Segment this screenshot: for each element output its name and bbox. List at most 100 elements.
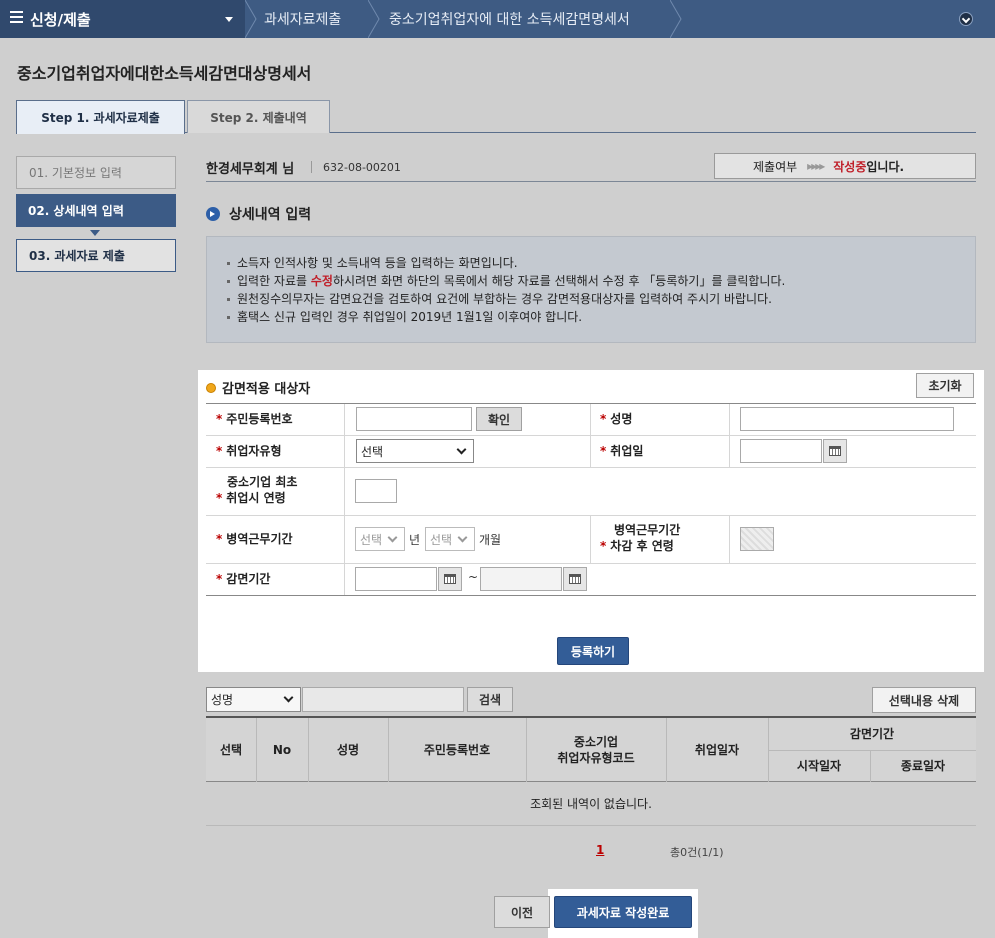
required-mark: * (600, 539, 607, 553)
first-age-label-1: 중소기업 최초 (227, 475, 298, 489)
divider (729, 404, 730, 467)
main-menu-label: 신청/제출 (30, 10, 91, 29)
divider (206, 435, 976, 436)
chevron-down-icon (456, 444, 467, 454)
col-no: No (272, 743, 292, 757)
label-text: 병역근무기간 (226, 532, 293, 546)
label-text: 취업시 연령 (226, 491, 286, 505)
register-button[interactable]: 등록하기 (557, 637, 629, 665)
label-text: 감면기간 (226, 572, 271, 586)
first-age-label: * 취업시 연령 (216, 490, 286, 506)
select-value: 성명 (211, 693, 234, 707)
guide-item: 원천징수의무자는 감면요건을 검토하여 요건에 부합하는 경우 감면적용대상자를… (227, 290, 975, 308)
hire-date-label: * 취업일 (600, 443, 643, 459)
guide-item: 소득자 인적사항 및 소득내역 등을 입력하는 화면입니다. (227, 254, 975, 272)
empty-message: 조회된 내역이 없습니다. (206, 782, 976, 826)
tab-step1[interactable]: Step 1. 과세자료제출 (16, 100, 185, 134)
complete-button[interactable]: 과세자료 작성완료 (554, 896, 692, 928)
search-button[interactable]: 검색 (467, 687, 513, 712)
required-mark: * (216, 491, 223, 505)
age-after-label-1: 병역근무기간 (614, 523, 681, 537)
col-name: 성명 (336, 743, 360, 757)
period-end-input[interactable] (480, 567, 562, 591)
label-text: 주민등록번호 (226, 412, 293, 426)
prev-button[interactable]: 이전 (494, 896, 550, 928)
year-unit: 년 (409, 533, 421, 547)
resident-no-label: * 주민등록번호 (216, 411, 293, 427)
divider (206, 563, 976, 564)
guide-text: 하시려면 화면 하단의 목록에서 해당 자료를 선택해서 수정 후 「등록하기」… (332, 274, 786, 288)
search-input[interactable] (302, 687, 464, 712)
age-after-field (740, 527, 774, 551)
label-text: 취업일 (610, 444, 644, 458)
delete-selected-button[interactable]: 선택내용 삭제 (872, 687, 976, 713)
divider (311, 161, 312, 173)
submission-status: 제출여부 ▸▸▸▸ 작성중 입니다. (714, 153, 976, 179)
chevron-down-icon (283, 692, 294, 703)
guide-box: 소득자 인적사항 및 소득내역 등을 입력하는 화면입니다. 입력한 자료를 수… (206, 236, 976, 343)
breadcrumb-item-2[interactable]: 중소기업취업자에 대한 소득세감면명세서 (389, 0, 630, 38)
page-link-1[interactable]: 1 (596, 843, 604, 857)
search-field-select[interactable]: 성명 (206, 687, 301, 712)
employee-type-select[interactable]: 선택 (356, 439, 474, 463)
label-text: 성명 (610, 412, 633, 426)
divider (206, 595, 976, 596)
required-mark: * (216, 532, 223, 546)
status-label: 제출여부 (753, 159, 798, 174)
breadcrumb-separator-icon (368, 0, 380, 38)
col-type-code-2: 취업자유형코드 (557, 751, 635, 765)
status-suffix: 입니다. (866, 159, 905, 174)
divider (729, 516, 730, 563)
military-period-label: * 병역근무기간 (216, 531, 293, 547)
confirm-button[interactable]: 확인 (476, 407, 522, 431)
col-period: 감면기간 (849, 727, 895, 741)
col-start-date: 시작일자 (796, 759, 842, 773)
bullet-icon (206, 382, 216, 393)
military-month-select[interactable]: 선택 (425, 527, 475, 551)
breadcrumb-item-1[interactable]: 과세자료제출 (264, 0, 341, 38)
period-start-input[interactable] (355, 567, 437, 591)
military-year-select[interactable]: 선택 (355, 527, 405, 551)
age-after-label: * 차감 후 연령 (600, 538, 674, 554)
col-select: 선택 (219, 743, 243, 757)
calendar-icon[interactable] (438, 567, 462, 591)
hire-date-input[interactable] (740, 439, 822, 463)
name-input[interactable] (740, 407, 954, 431)
step-basic-info[interactable]: 01. 기본정보 입력 (16, 156, 176, 189)
section-title: 상세내역 입력 (206, 204, 311, 224)
month-unit: 개월 (479, 533, 502, 547)
step-detail-input[interactable]: 02. 상세내역 입력 (16, 194, 176, 227)
breadcrumb-separator-icon (670, 0, 682, 38)
step-submit[interactable]: 03. 과세자료 제출 (16, 239, 176, 272)
divider (590, 404, 591, 467)
select-value: 선택 (360, 532, 383, 547)
divider (206, 467, 976, 468)
hamburger-icon (10, 11, 23, 23)
form-title: 감면적용 대상자 (206, 378, 310, 397)
reduction-period-label: * 감면기간 (216, 571, 270, 587)
guide-item: 입력한 자료를 수정하시려면 화면 하단의 목록에서 해당 자료를 선택해서 수… (227, 272, 975, 290)
tab-step2[interactable]: Step 2. 제출내역 (187, 100, 330, 133)
form-panel: 감면적용 대상자 초기화 * 주민등록번호 확인 * 성명 * 취업자유형 선택 * 취… (198, 370, 984, 672)
resident-no-input[interactable] (356, 407, 472, 431)
select-value: 선택 (361, 444, 384, 459)
required-mark: * (600, 444, 607, 458)
col-hire-date: 취업일자 (694, 743, 740, 757)
required-mark: * (216, 444, 223, 458)
first-age-input[interactable] (355, 479, 397, 503)
calendar-icon[interactable] (563, 567, 587, 591)
select-value: 선택 (430, 532, 453, 547)
col-resident-no: 주민등록번호 (423, 743, 491, 757)
required-mark: * (216, 412, 223, 426)
form-title-text: 감면적용 대상자 (222, 382, 311, 397)
nav-expand-icon[interactable] (959, 12, 973, 26)
calendar-icon[interactable] (823, 439, 847, 463)
reset-button[interactable]: 초기화 (916, 373, 974, 398)
page-title: 중소기업취업자에대한소득세감면대상명세서 (17, 64, 312, 83)
caret-down-icon (225, 17, 233, 22)
guide-text: 입력한 자료를 (237, 274, 311, 288)
main-menu-button[interactable]: 신청/제출 (0, 0, 245, 38)
table-header: 선택 No 성명 주민등록번호 중소기업 취업자유형코드 취업일자 감면기간 시… (206, 718, 976, 782)
top-nav-bar: 신청/제출 과세자료제출 중소기업취업자에 대한 소득세감면명세서 (0, 0, 995, 38)
step-arrow-icon (90, 230, 100, 236)
